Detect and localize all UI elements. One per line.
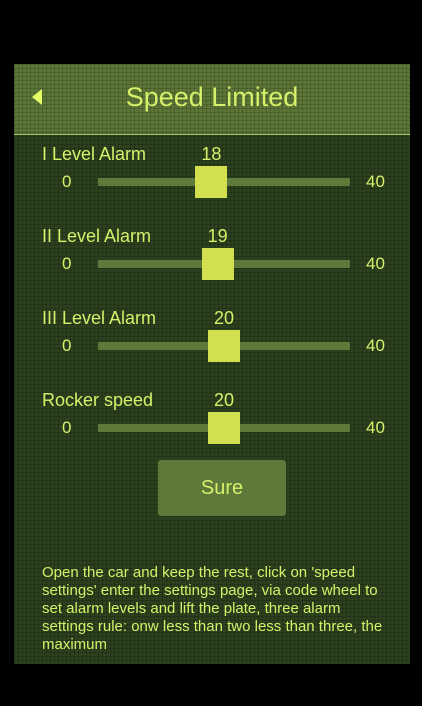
slider-max: 40	[366, 336, 385, 355]
slider-label: II Level Alarm	[42, 226, 152, 246]
slider-value: 20	[213, 308, 235, 328]
slider-thumb[interactable]	[208, 412, 240, 444]
phone-screen: Speed Limited I Level Alarm 18 0 40 II L…	[14, 8, 410, 706]
header-bar: Speed Limited	[14, 64, 410, 135]
slider-rocker-speed: Rocker speed 20 0 40	[14, 390, 410, 464]
slider-min: 0	[62, 336, 72, 355]
slider-level-3: III Level Alarm 20 0 40	[14, 308, 410, 382]
slider-thumb[interactable]	[208, 330, 240, 362]
slider-min: 0	[62, 418, 72, 437]
slider-label: Rocker speed	[42, 390, 154, 410]
slider-thumb[interactable]	[201, 248, 234, 280]
sure-button[interactable]: Sure	[158, 460, 286, 516]
slider-max: 40	[366, 254, 385, 273]
slider-max: 40	[366, 418, 385, 437]
speed-limited-page: Speed Limited I Level Alarm 18 0 40 II L…	[14, 64, 410, 664]
slider-label: I Level Alarm	[42, 144, 147, 164]
slider-value: 19	[207, 226, 228, 246]
page-title: Speed Limited	[125, 82, 299, 112]
slider-min: 0	[62, 254, 72, 273]
slider-min: 0	[62, 172, 72, 191]
slider-label: III Level Alarm	[42, 308, 157, 328]
instructions-text: Open the car and keep the rest, click on…	[42, 564, 383, 653]
slider-max: 40	[366, 172, 385, 191]
slider-level-2: II Level Alarm 19 0 40	[14, 226, 410, 300]
slider-value: 18	[201, 144, 222, 164]
slider-thumb[interactable]	[195, 166, 228, 198]
slider-value: 20	[213, 390, 235, 410]
slider-level-1: I Level Alarm 18 0 40	[14, 144, 410, 218]
